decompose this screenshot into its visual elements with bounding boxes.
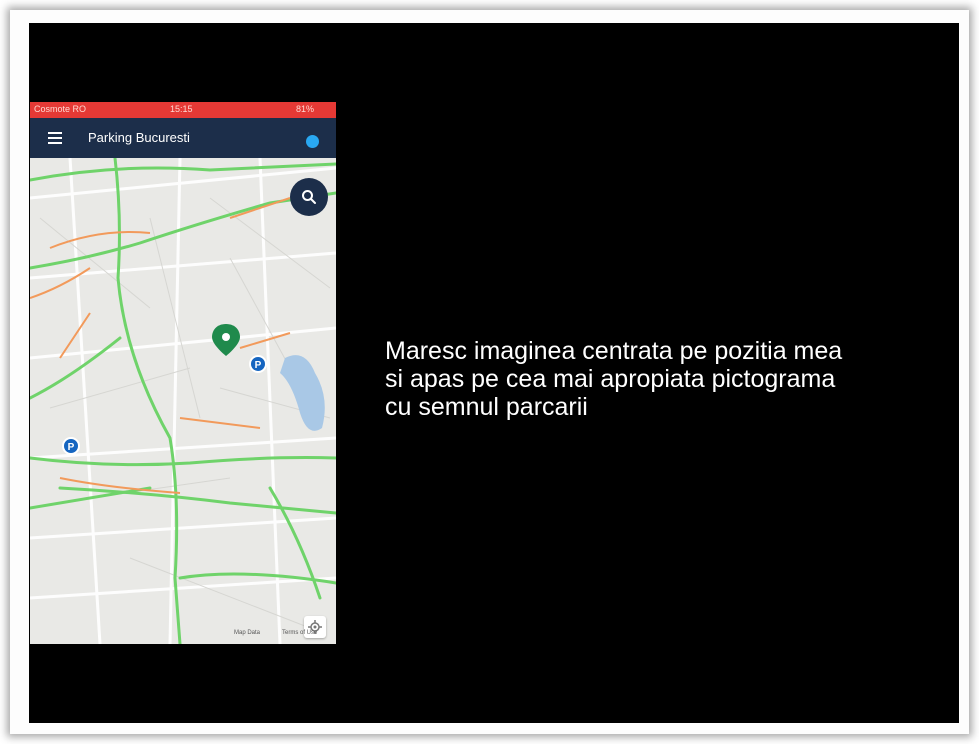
caption-line-1: Maresc imaginea centrata pe pozitia mea bbox=[385, 337, 843, 365]
slide-caption: Maresc imaginea centrata pe pozitia mea … bbox=[385, 337, 965, 421]
status-bar: Cosmote RO 15:15 81% bbox=[30, 102, 336, 118]
caption-line-2: si apas pe cea mai apropiata pictograma bbox=[385, 365, 836, 393]
parking-pin-label-2: P bbox=[68, 442, 75, 453]
terms-link[interactable]: Terms of Use bbox=[282, 630, 317, 636]
map-data-link[interactable]: Map Data bbox=[234, 630, 260, 636]
caption-line-3: cu semnul parcarii bbox=[385, 393, 588, 421]
location-toggle-button[interactable] bbox=[306, 135, 319, 148]
battery-level: 81% bbox=[296, 104, 315, 114]
phone-screenshot: Cosmote RO 15:15 81% Parking Bucuresti P… bbox=[30, 102, 336, 644]
slide-frame: Cosmote RO 15:15 81% Parking Bucuresti P… bbox=[10, 10, 969, 734]
hamburger-menu-icon[interactable] bbox=[48, 132, 62, 144]
parking-pin-label-1: P bbox=[255, 360, 262, 371]
status-time: 15:15 bbox=[170, 104, 193, 114]
video-slide: Cosmote RO 15:15 81% Parking Bucuresti P… bbox=[29, 23, 959, 723]
parking-pin-icon-2: P bbox=[62, 437, 80, 455]
parking-pin-icon-1: P bbox=[249, 355, 267, 373]
app-bar: Parking Bucuresti bbox=[30, 118, 336, 158]
search-icon bbox=[302, 190, 316, 204]
search-button[interactable] bbox=[290, 178, 328, 216]
app-title: Parking Bucuresti bbox=[88, 130, 190, 145]
carrier-label: Cosmote RO bbox=[34, 104, 87, 114]
map-view[interactable]: P P bbox=[30, 158, 336, 644]
